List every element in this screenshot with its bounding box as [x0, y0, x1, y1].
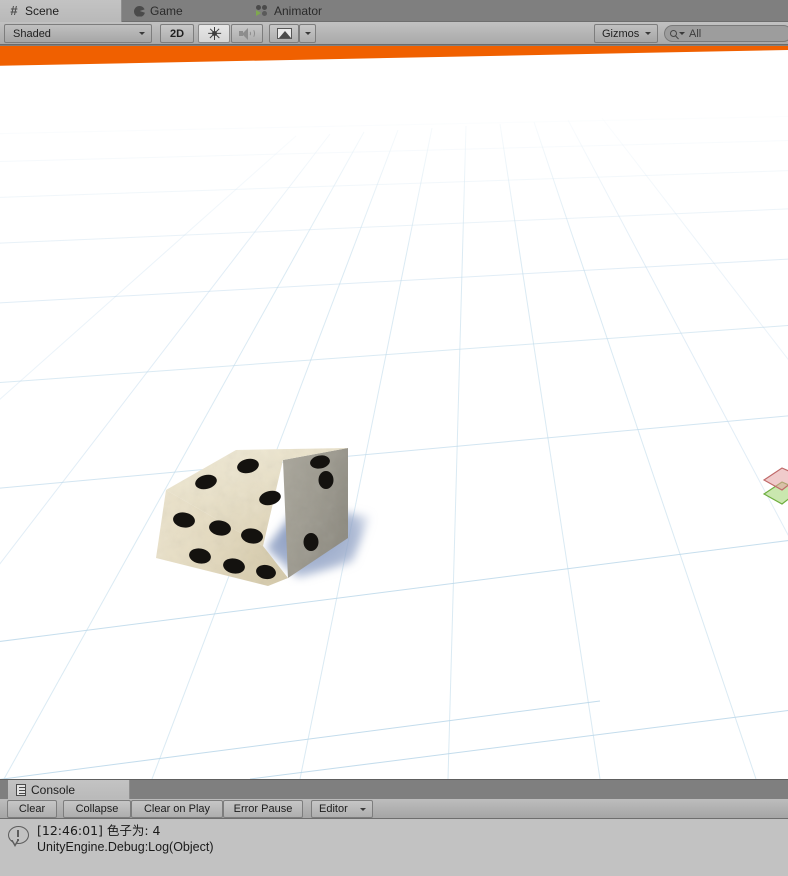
two-d-toggle-button[interactable]: 2D — [160, 24, 194, 43]
console-toolbar: Clear Collapse Clear on Play Error Pause… — [0, 799, 788, 819]
draw-mode-dropdown[interactable]: Shaded — [4, 24, 152, 43]
chevron-down-icon — [360, 808, 366, 811]
lighting-toggle-button[interactable] — [198, 24, 230, 43]
sun-icon — [207, 27, 221, 40]
log-entry-stack: UnityEngine.Debug:Log(Object) — [37, 840, 214, 854]
log-info-icon — [8, 826, 30, 848]
console-log-list[interactable]: [12:46:01] 色子为: 4 UnityEngine.Debug:Log(… — [0, 819, 788, 876]
scene-axis-gizmo[interactable] — [760, 464, 788, 522]
console-tabstrip: Console — [0, 779, 788, 800]
chevron-down-icon — [139, 32, 145, 35]
gizmos-dropdown[interactable]: Gizmos — [594, 24, 658, 43]
hash-icon: # — [10, 3, 18, 18]
list-item[interactable]: [12:46:01] 色子为: 4 UnityEngine.Debug:Log(… — [0, 819, 788, 861]
scene-tabstrip: # Scene Game Animator — [0, 0, 788, 22]
audio-toggle-button[interactable] — [231, 24, 263, 43]
error-pause-button[interactable]: Error Pause — [223, 800, 303, 818]
chevron-down-icon — [679, 32, 685, 35]
scene-search-value: All — [689, 27, 702, 40]
dice-object[interactable] — [148, 438, 408, 588]
speaker-icon — [239, 27, 255, 40]
editor-label: Editor — [319, 803, 348, 815]
tab-scene-label: Scene — [25, 4, 60, 18]
console-icon — [16, 784, 26, 796]
scene-toolbar: Shaded 2D Gizmos All — [0, 22, 788, 45]
two-d-label: 2D — [169, 27, 185, 40]
tab-console[interactable]: Console — [8, 780, 130, 800]
tab-animator[interactable]: Animator — [248, 0, 344, 22]
tab-animator-label: Animator — [274, 4, 323, 18]
chevron-down-icon — [645, 32, 651, 35]
image-icon — [276, 28, 292, 39]
clear-on-play-button[interactable]: Clear on Play — [131, 800, 223, 818]
chevron-down-icon — [304, 32, 311, 35]
draw-mode-label: Shaded — [13, 27, 51, 40]
scene-effects-dropdown[interactable] — [299, 24, 316, 43]
clear-on-play-label: Clear on Play — [143, 803, 211, 815]
search-icon — [670, 30, 677, 37]
clear-button[interactable]: Clear — [7, 800, 57, 818]
editor-dropdown[interactable]: Editor — [311, 800, 373, 818]
log-entry-message: [12:46:01] 色子为: 4 — [37, 823, 161, 838]
scene-search-field[interactable]: All — [664, 25, 788, 42]
scene-viewport[interactable] — [0, 46, 788, 779]
tab-game[interactable]: Game — [126, 0, 202, 22]
scene-grid — [0, 92, 788, 779]
scene-effects-button[interactable] — [269, 24, 299, 43]
tab-console-label: Console — [31, 783, 76, 797]
error-pause-label: Error Pause — [233, 803, 293, 815]
game-icon — [134, 5, 145, 17]
collapse-button[interactable]: Collapse — [63, 800, 131, 818]
clear-label: Clear — [18, 803, 46, 815]
animator-icon — [256, 5, 269, 17]
tab-game-label: Game — [150, 4, 183, 18]
tab-scene[interactable]: # Scene — [0, 0, 122, 22]
collapse-label: Collapse — [75, 803, 119, 815]
gizmos-label: Gizmos — [602, 27, 640, 40]
